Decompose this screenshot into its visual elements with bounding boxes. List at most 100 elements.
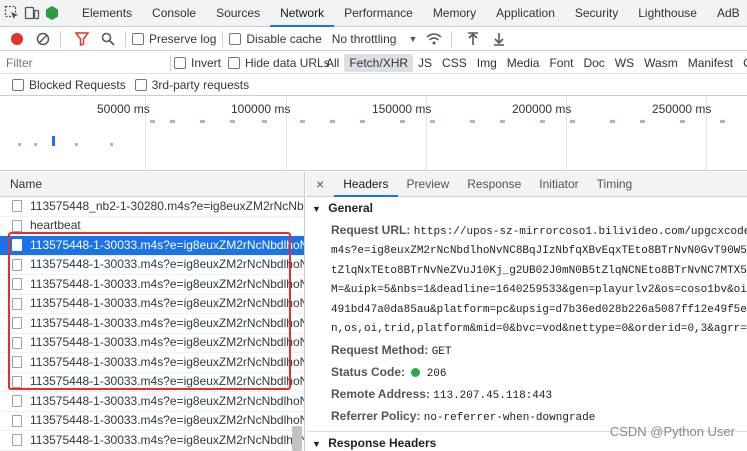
request-row[interactable]: 113575448-1-30033.m4s?e=ig8euxZM2rNcNbdl… bbox=[0, 256, 304, 275]
tab-adb[interactable]: AdB bbox=[707, 0, 747, 27]
tab-sources[interactable]: Sources bbox=[206, 0, 270, 27]
import-har-icon[interactable] bbox=[462, 28, 484, 50]
filter-type-fetch-xhr[interactable]: Fetch/XHR bbox=[344, 54, 414, 72]
request-row[interactable]: 113575448-1-30033.m4s?e=ig8euxZM2rNcNbdl… bbox=[0, 314, 304, 334]
timeline-request-mark bbox=[500, 120, 505, 123]
file-icon bbox=[12, 200, 22, 213]
remote-address-label: Remote Address: bbox=[331, 386, 430, 401]
timeline-request-mark bbox=[110, 143, 113, 146]
tab-network[interactable]: Network bbox=[270, 0, 335, 27]
blocked-requests-checkbox[interactable] bbox=[12, 78, 24, 91]
triangle-down-icon: ▼ bbox=[312, 438, 321, 449]
name-column-header[interactable]: Name bbox=[0, 172, 304, 197]
timeline-request-mark bbox=[34, 143, 37, 146]
timeline-request-mark bbox=[300, 120, 305, 123]
detail-tab-headers[interactable]: Headers bbox=[334, 172, 398, 197]
network-timeline[interactable]: 50000 ms 100000 ms 150000 ms 200000 ms 2… bbox=[0, 96, 747, 171]
request-row[interactable]: 113575448-1-30033.m4s?e=ig8euxZM2rNcNbdl… bbox=[0, 373, 304, 392]
device-toolbar-icon[interactable] bbox=[24, 2, 40, 24]
request-row[interactable]: 113575448_nb2-1-30280.m4s?e=ig8euxZM2rNc… bbox=[0, 197, 304, 217]
detail-tab-timing[interactable]: Timing bbox=[588, 172, 642, 197]
tab-console[interactable]: Console bbox=[142, 0, 206, 27]
tab-security[interactable]: Security bbox=[565, 0, 628, 27]
request-name: 113575448-1-30033.m4s?e=ig8euxZM2rNcNbdl… bbox=[30, 374, 304, 388]
timeline-request-mark bbox=[75, 143, 78, 146]
detail-tab-preview[interactable]: Preview bbox=[398, 172, 459, 197]
filter-input[interactable] bbox=[6, 54, 166, 72]
timeline-request-mark bbox=[230, 120, 235, 123]
request-name: 113575448-1-30033.m4s?e=ig8euxZM2rNcNbdl… bbox=[30, 276, 304, 291]
blocked-row: Blocked Requests 3rd-party requests bbox=[0, 74, 747, 96]
extension-hexagon-icon[interactable] bbox=[44, 2, 60, 24]
tab-performance[interactable]: Performance bbox=[334, 0, 423, 27]
filter-type-ws[interactable]: WS bbox=[610, 54, 639, 72]
referrer-policy-label: Referrer Policy: bbox=[331, 408, 421, 423]
response-headers-title: Response Headers bbox=[328, 435, 437, 450]
clear-icon[interactable] bbox=[32, 28, 54, 50]
panel-tabs: Elements Console Sources Network Performance… bbox=[72, 0, 747, 27]
filter-type-img[interactable]: Img bbox=[472, 54, 502, 72]
timeline-request-mark bbox=[610, 120, 615, 123]
request-url-continuation: m4s?e=ig8euxZM2rNcNbdlhoNvNC8BqJIzNbfqXB… bbox=[331, 245, 747, 257]
watermark: CSDN @Python User bbox=[609, 424, 735, 439]
request-list-scrollbar[interactable] bbox=[292, 426, 302, 451]
request-row[interactable]: 113575448-1-30033.m4s?e=ig8euxZM2rNcNbdl… bbox=[0, 412, 304, 431]
timeline-request-mark bbox=[680, 120, 685, 123]
request-row[interactable]: 113575448-1-30033.m4s?e=ig8euxZM2rNcNbdl… bbox=[0, 275, 304, 295]
file-icon bbox=[12, 336, 22, 349]
toolbar-separator bbox=[60, 30, 61, 47]
filter-type-css[interactable]: CSS bbox=[437, 54, 472, 72]
general-section-header[interactable]: ▼ General bbox=[306, 197, 747, 220]
request-url-row: Request URL: https://upos-sz-mirrorcoso1… bbox=[306, 220, 747, 242]
tab-memory[interactable]: Memory bbox=[423, 0, 486, 27]
detail-tab-initiator[interactable]: Initiator bbox=[530, 172, 587, 197]
filter-type-wasm[interactable]: Wasm bbox=[639, 54, 683, 72]
filter-type-doc[interactable]: Doc bbox=[578, 54, 609, 72]
invert-checkbox[interactable] bbox=[174, 57, 186, 69]
timeline-request-mark bbox=[540, 120, 545, 123]
third-party-label: 3rd-party requests bbox=[151, 77, 250, 92]
invert-label: Invert bbox=[191, 56, 222, 70]
file-icon bbox=[12, 356, 22, 369]
request-row[interactable]: 113575448-1-30033.m4s?e=ig8euxZM2rNcNbdl… bbox=[0, 392, 304, 412]
request-row[interactable]: 113575448-1-30033.m4s?e=ig8euxZM2rNcNbdl… bbox=[0, 431, 304, 451]
inspect-element-icon[interactable] bbox=[4, 2, 20, 24]
third-party-checkbox[interactable] bbox=[134, 78, 147, 91]
preserve-log-checkbox[interactable] bbox=[132, 32, 144, 45]
file-icon bbox=[12, 239, 22, 252]
chevron-down-icon[interactable]: ▼ bbox=[408, 34, 417, 44]
tab-lighthouse[interactable]: Lighthouse bbox=[628, 0, 707, 27]
hide-data-urls-checkbox[interactable] bbox=[228, 57, 240, 69]
status-code-row: Status Code: 206 bbox=[306, 362, 747, 384]
search-icon[interactable] bbox=[97, 28, 119, 50]
request-name: 113575448-1-30033.m4s?e=ig8euxZM2rNcNbdl… bbox=[30, 257, 304, 271]
filter-type-other[interactable]: Other bbox=[738, 54, 747, 72]
tab-application[interactable]: Application bbox=[486, 0, 565, 27]
filter-funnel-icon[interactable] bbox=[71, 28, 93, 50]
file-icon bbox=[12, 395, 22, 408]
request-row[interactable]: heartbeat bbox=[0, 217, 304, 236]
filter-type-manifest[interactable]: Manifest bbox=[683, 54, 738, 72]
export-har-icon[interactable] bbox=[488, 28, 510, 50]
detail-tab-response[interactable]: Response bbox=[458, 172, 530, 197]
file-icon bbox=[12, 317, 22, 330]
filter-type-media[interactable]: Media bbox=[502, 54, 545, 72]
disable-cache-checkbox[interactable] bbox=[229, 32, 242, 45]
filter-type-font[interactable]: Font bbox=[544, 54, 578, 72]
record-icon[interactable] bbox=[6, 28, 28, 50]
request-row[interactable]: 113575448-1-30033.m4s?e=ig8euxZM2rNcNbdl… bbox=[0, 236, 304, 256]
network-toolbar: Preserve log Disable cache No throttling… bbox=[0, 27, 747, 51]
tab-elements[interactable]: Elements bbox=[72, 0, 142, 27]
throttling-select[interactable]: No throttling bbox=[332, 32, 397, 46]
network-conditions-icon[interactable] bbox=[423, 28, 445, 50]
request-row[interactable]: 113575448-1-30033.m4s?e=ig8euxZM2rNcNbdl… bbox=[0, 334, 304, 353]
timeline-request-mark bbox=[640, 120, 645, 123]
filter-type-all[interactable]: All bbox=[321, 54, 344, 72]
request-row[interactable]: 113575448-1-30033.m4s?e=ig8euxZM2rNcNbdl… bbox=[0, 353, 304, 373]
request-row[interactable]: 113575448-1-30033.m4s?e=ig8euxZM2rNcNbdl… bbox=[0, 295, 304, 314]
timeline-request-mark bbox=[52, 136, 55, 146]
request-url-continuation: n,os,oi,trid,platform&mid=0&bvc=vod&nett… bbox=[331, 323, 747, 335]
filter-type-js[interactable]: JS bbox=[413, 54, 437, 72]
close-icon[interactable]: × bbox=[306, 176, 334, 192]
timeline-request-mark bbox=[400, 120, 405, 123]
